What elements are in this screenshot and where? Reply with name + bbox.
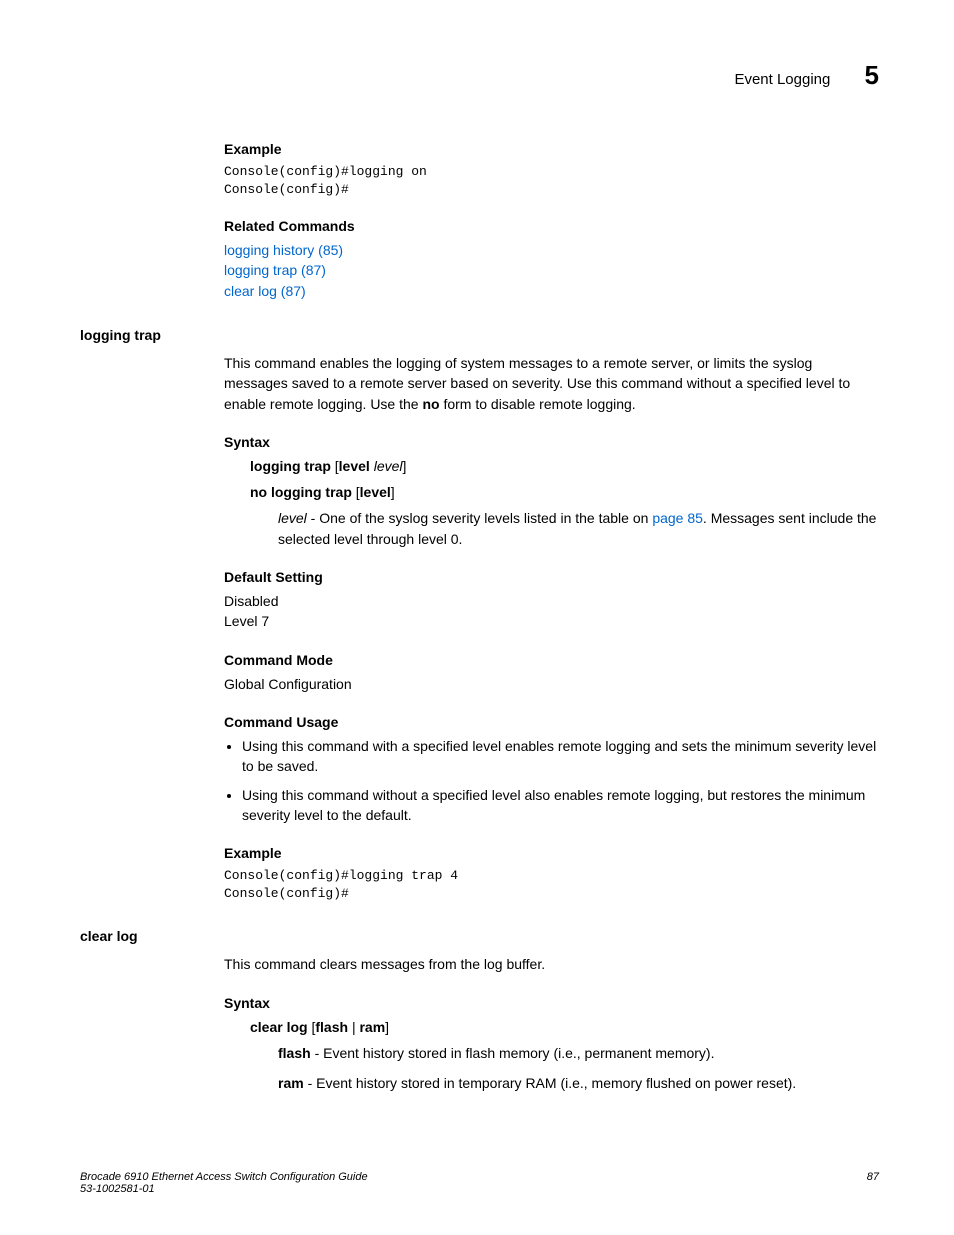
command-mode-value: Global Configuration	[224, 674, 879, 694]
example-heading-2: Example	[224, 845, 879, 861]
default-setting-value: Disabled Level 7	[224, 591, 879, 632]
flash-description: flash - Event history stored in flash me…	[278, 1043, 879, 1063]
level-description: level - One of the syslog severity level…	[278, 508, 879, 549]
clear-log-syntax: clear log [flash | ram]	[250, 1017, 879, 1037]
page-footer: 87 Brocade 6910 Ethernet Access Switch C…	[80, 1171, 879, 1195]
page-number: 87	[867, 1171, 879, 1183]
footer-line2: 53-1002581-01	[80, 1183, 155, 1195]
example-code-block-2: Console(config)#logging trap 4 Console(c…	[224, 867, 879, 902]
link-clear-log[interactable]: clear log (87)	[224, 283, 306, 299]
logging-trap-intro: This command enables the logging of syst…	[224, 353, 879, 414]
usage-list: Using this command with a specified leve…	[224, 736, 879, 825]
default-setting-heading: Default Setting	[224, 569, 879, 585]
clear-log-intro: This command clears messages from the lo…	[224, 954, 879, 974]
command-mode-heading: Command Mode	[224, 652, 879, 668]
usage-item-2: Using this command without a specified l…	[242, 785, 879, 826]
header-title: Event Logging	[734, 71, 830, 88]
ram-description: ram - Event history stored in temporary …	[278, 1073, 879, 1093]
syntax-heading: Syntax	[224, 434, 879, 450]
example-heading: Example	[224, 141, 879, 157]
usage-item-1: Using this command with a specified leve…	[242, 736, 879, 777]
footer-line1: Brocade 6910 Ethernet Access Switch Conf…	[80, 1171, 368, 1183]
link-page-85[interactable]: page 85	[652, 510, 703, 526]
page-header: Event Logging 5	[80, 60, 879, 91]
related-commands-heading: Related Commands	[224, 218, 879, 234]
clear-log-heading: clear log	[80, 928, 879, 944]
syntax-line-1: logging trap [level level]	[250, 456, 879, 476]
example-code-block: Console(config)#logging on Console(confi…	[224, 163, 879, 198]
command-usage-heading: Command Usage	[224, 714, 879, 730]
syntax-line-2: no logging trap [level]	[250, 482, 879, 502]
chapter-number: 5	[865, 60, 879, 90]
link-logging-trap[interactable]: logging trap (87)	[224, 262, 326, 278]
syntax-heading-2: Syntax	[224, 995, 879, 1011]
logging-trap-heading: logging trap	[80, 327, 879, 343]
link-logging-history[interactable]: logging history (85)	[224, 242, 343, 258]
